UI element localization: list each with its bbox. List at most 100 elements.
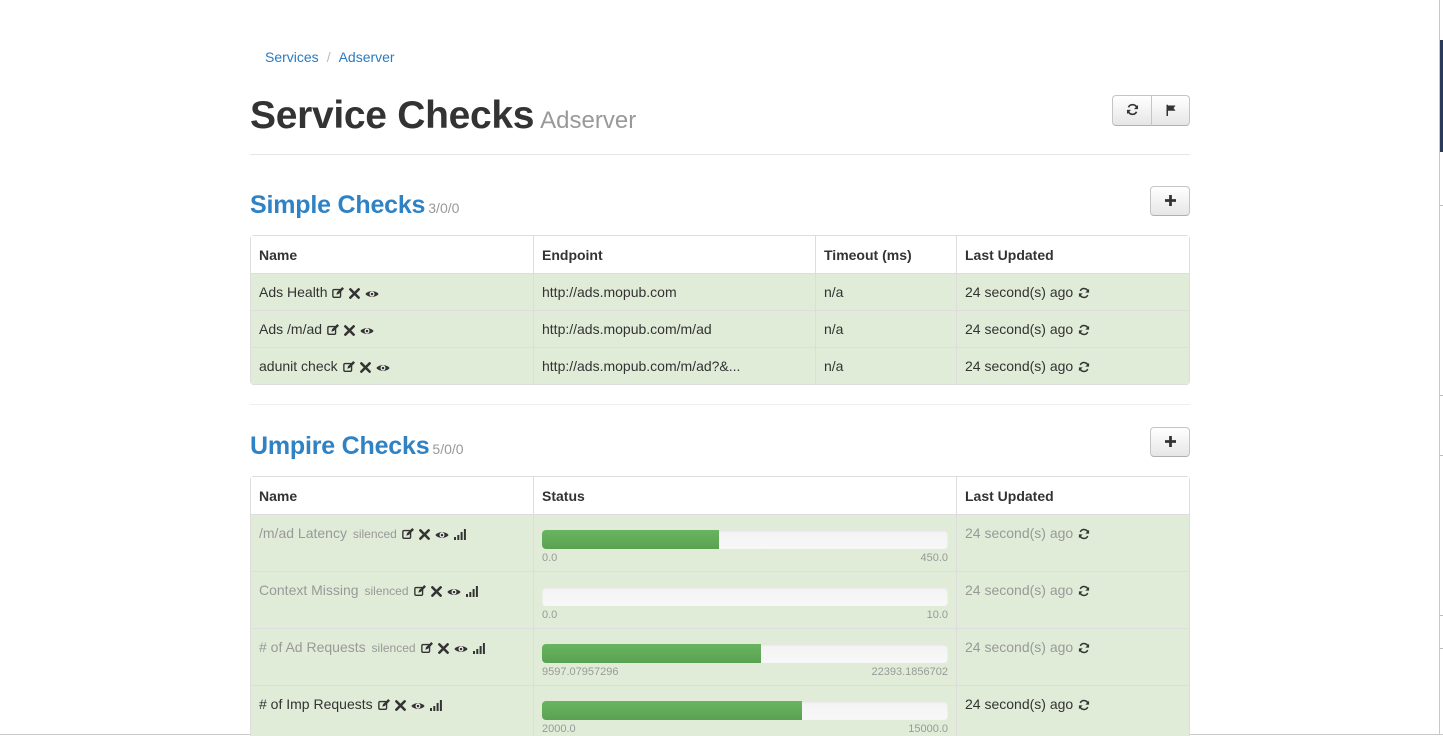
refresh-icon[interactable] [1078, 528, 1090, 540]
endpoint-cell: http://ads.mopub.com [533, 273, 815, 310]
eye-icon[interactable] [435, 530, 449, 540]
remove-icon[interactable] [418, 529, 430, 540]
last-updated-value: 24 second(s) ago [965, 321, 1074, 337]
edit-icon[interactable] [332, 287, 345, 299]
status-cell: 9597.07957296 22393.1856702 [533, 628, 956, 685]
last-updated-cell: 24 second(s) ago [956, 273, 1189, 310]
refresh-icon[interactable] [1078, 699, 1090, 711]
endpoint-value: http://ads.mopub.com [542, 284, 677, 300]
eye-icon[interactable] [411, 701, 425, 711]
progress-fill [542, 530, 719, 549]
refresh-icon[interactable] [1078, 642, 1090, 654]
progress-max: 22393.1856702 [871, 666, 948, 678]
progress-min: 9597.07957296 [542, 666, 619, 678]
check-name: /m/ad Latency [259, 525, 347, 541]
endpoint-cell: http://ads.mopub.com/m/ad [533, 310, 815, 347]
edit-icon[interactable] [342, 361, 355, 373]
column-header-last-updated[interactable]: Last Updated [956, 236, 1189, 273]
endpoint-cell: http://ads.mopub.com/m/ad?&... [533, 347, 815, 384]
eye-icon[interactable] [376, 363, 390, 373]
plus-icon [1164, 434, 1176, 450]
status-bar-wrap: 0.0 10.0 [542, 578, 948, 622]
last-updated-value: 24 second(s) ago [965, 639, 1074, 655]
graph-icon[interactable] [465, 586, 478, 597]
refresh-icon[interactable] [1078, 585, 1090, 597]
column-header-last-updated[interactable]: Last Updated [956, 477, 1189, 514]
refresh-icon[interactable] [1078, 324, 1090, 336]
last-updated-value: 24 second(s) ago [965, 696, 1074, 712]
umpire-checks-counts: 5/0/0 [432, 441, 464, 457]
breadcrumb-services[interactable]: Services [265, 49, 319, 65]
flag-button[interactable] [1152, 95, 1190, 126]
header-button-group [1112, 95, 1190, 126]
flag-icon [1165, 103, 1177, 119]
status-bar-wrap: 9597.07957296 22393.1856702 [542, 635, 948, 679]
progress-max: 450.0 [920, 552, 948, 564]
last-updated-value: 24 second(s) ago [965, 525, 1074, 541]
refresh-icon[interactable] [1078, 361, 1090, 373]
last-updated-cell: 24 second(s) ago [956, 628, 1189, 685]
remove-icon[interactable] [344, 325, 355, 336]
eye-icon[interactable] [454, 644, 468, 654]
edit-icon[interactable] [413, 585, 426, 597]
eye-icon[interactable] [360, 326, 374, 336]
page-title-text: Service Checks [250, 94, 535, 137]
table-row: Context Missing silenced 0.0 10.0 24 second… [251, 571, 1189, 628]
timeout-value: n/a [824, 321, 844, 337]
simple-checks-counts: 3/0/0 [428, 200, 460, 216]
progress-min: 2000.0 [542, 723, 576, 735]
check-name-cell: Ads Health [251, 273, 533, 310]
graph-icon[interactable] [429, 700, 442, 711]
umpire-checks-title: Umpire Checks 5/0/0 [250, 431, 464, 464]
table-row: # of Ad Requests silenced 9597.07957296 22… [251, 628, 1189, 685]
column-header-endpoint[interactable]: Endpoint [533, 236, 815, 273]
check-name: Ads Health [259, 284, 328, 300]
timeout-value: n/a [824, 358, 844, 374]
breadcrumb-adserver[interactable]: Adserver [339, 49, 395, 65]
endpoint-value: http://ads.mopub.com/m/ad [542, 321, 712, 337]
check-name-cell: /m/ad Latency silenced [251, 514, 533, 571]
add-simple-check-button[interactable] [1150, 186, 1190, 216]
graph-icon[interactable] [472, 643, 485, 654]
refresh-icon [1126, 103, 1139, 119]
edit-icon[interactable] [420, 642, 433, 654]
remove-icon[interactable] [394, 700, 406, 711]
progress-range: 2000.0 15000.0 [542, 723, 948, 736]
endpoint-value: http://ads.mopub.com/m/ad?&... [542, 358, 741, 374]
check-name: # of Imp Requests [259, 696, 373, 712]
remove-icon[interactable] [359, 362, 371, 373]
umpire-checks-body: /m/ad Latency silenced 0.0 450.0 24 second(… [251, 514, 1189, 736]
simple-checks-body: Ads Health http://ads.mopub.com n/a 24 seco… [251, 273, 1189, 384]
progress-fill [542, 701, 802, 720]
remove-icon[interactable] [430, 586, 442, 597]
breadcrumb: Services / Adserver [265, 48, 395, 66]
check-name: Ads /m/ad [259, 321, 323, 337]
eye-icon[interactable] [446, 587, 461, 597]
remove-icon[interactable] [349, 288, 361, 299]
eye-icon[interactable] [365, 289, 380, 299]
edit-icon[interactable] [402, 528, 414, 540]
column-header-name[interactable]: Name [251, 236, 533, 273]
column-header-name[interactable]: Name [251, 477, 533, 514]
remove-icon[interactable] [437, 643, 449, 654]
add-umpire-check-button[interactable] [1150, 427, 1190, 457]
last-updated-cell: 24 second(s) ago [956, 571, 1189, 628]
silenced-label: silenced [371, 641, 416, 655]
silenced-label: silenced [364, 584, 409, 598]
last-updated-cell: 24 second(s) ago [956, 347, 1189, 384]
page-header: Service Checks Adserver [250, 94, 1190, 155]
refresh-button[interactable] [1112, 95, 1152, 126]
check-name-cell: Ads /m/ad [251, 310, 533, 347]
progress-bar [542, 587, 948, 606]
table-header-row: Name Endpoint Timeout (ms) Last Updated [251, 236, 1189, 273]
table-row: adunit check http://ads.mopub.com/m/ad?&.… [251, 347, 1189, 384]
graph-icon[interactable] [453, 529, 466, 540]
column-header-status[interactable]: Status [533, 477, 956, 514]
refresh-icon[interactable] [1078, 287, 1090, 299]
simple-checks-title: Simple Checks 3/0/0 [250, 190, 459, 223]
edit-icon[interactable] [377, 699, 390, 711]
progress-bar [542, 644, 948, 663]
edit-icon[interactable] [327, 324, 340, 336]
last-updated-cell: 24 second(s) ago [956, 685, 1189, 736]
column-header-timeout[interactable]: Timeout (ms) [815, 236, 956, 273]
